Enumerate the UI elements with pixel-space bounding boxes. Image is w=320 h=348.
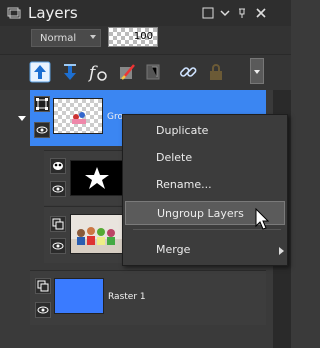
- layers-panel-icon: [6, 5, 22, 21]
- expand-arrow-icon[interactable]: [18, 116, 26, 121]
- raster-thumbnail: [54, 278, 104, 314]
- mask-thumbnail: [70, 160, 124, 196]
- menu-item-delete[interactable]: Delete: [125, 146, 285, 170]
- context-menu: Duplicate Delete Rename... Ungroup Layer…: [122, 114, 288, 266]
- window-icon[interactable]: [201, 6, 215, 20]
- menu-item-rename[interactable]: Rename...: [125, 173, 285, 197]
- eye-icon[interactable]: [50, 238, 66, 254]
- layer-properties-icon[interactable]: f: [86, 60, 110, 84]
- move-layer-down-icon[interactable]: [58, 60, 82, 84]
- lock-icon[interactable]: [204, 60, 228, 84]
- chevron-down-icon: [90, 35, 96, 39]
- panel-title: Layers: [28, 4, 78, 22]
- close-icon[interactable]: [254, 6, 268, 20]
- mask-icon: [50, 158, 66, 174]
- layer-thumbnail: [53, 98, 103, 134]
- raster-layer-icon: [35, 278, 51, 294]
- opacity-field[interactable]: 100: [108, 27, 158, 47]
- svg-text:f: f: [87, 63, 98, 83]
- layer-name: Gro: [107, 112, 123, 122]
- submenu-arrow-icon: [279, 247, 284, 255]
- mouse-cursor-icon: [255, 207, 271, 232]
- photo-thumbnail: [70, 214, 124, 254]
- layer-name: Raster 1: [108, 292, 146, 302]
- menu-item-merge[interactable]: Merge: [125, 238, 285, 262]
- brush-edit-icon[interactable]: [115, 60, 139, 84]
- delete-layer-icon[interactable]: [142, 60, 166, 84]
- raster-layer-icon: [50, 216, 66, 232]
- eye-icon[interactable]: [50, 181, 66, 197]
- group-layer-icon: [34, 96, 50, 112]
- blend-mode-value: Normal: [40, 32, 77, 44]
- eye-icon[interactable]: [35, 302, 51, 318]
- chevron-down-icon[interactable]: [218, 6, 232, 20]
- blend-mode-select[interactable]: Normal: [31, 29, 101, 47]
- more-dropdown-icon[interactable]: [250, 58, 264, 84]
- menu-item-duplicate[interactable]: Duplicate: [125, 119, 285, 143]
- eye-icon[interactable]: [34, 122, 50, 138]
- move-layer-up-icon[interactable]: [28, 60, 52, 84]
- pin-icon[interactable]: [235, 6, 249, 20]
- link-icon[interactable]: [176, 60, 200, 84]
